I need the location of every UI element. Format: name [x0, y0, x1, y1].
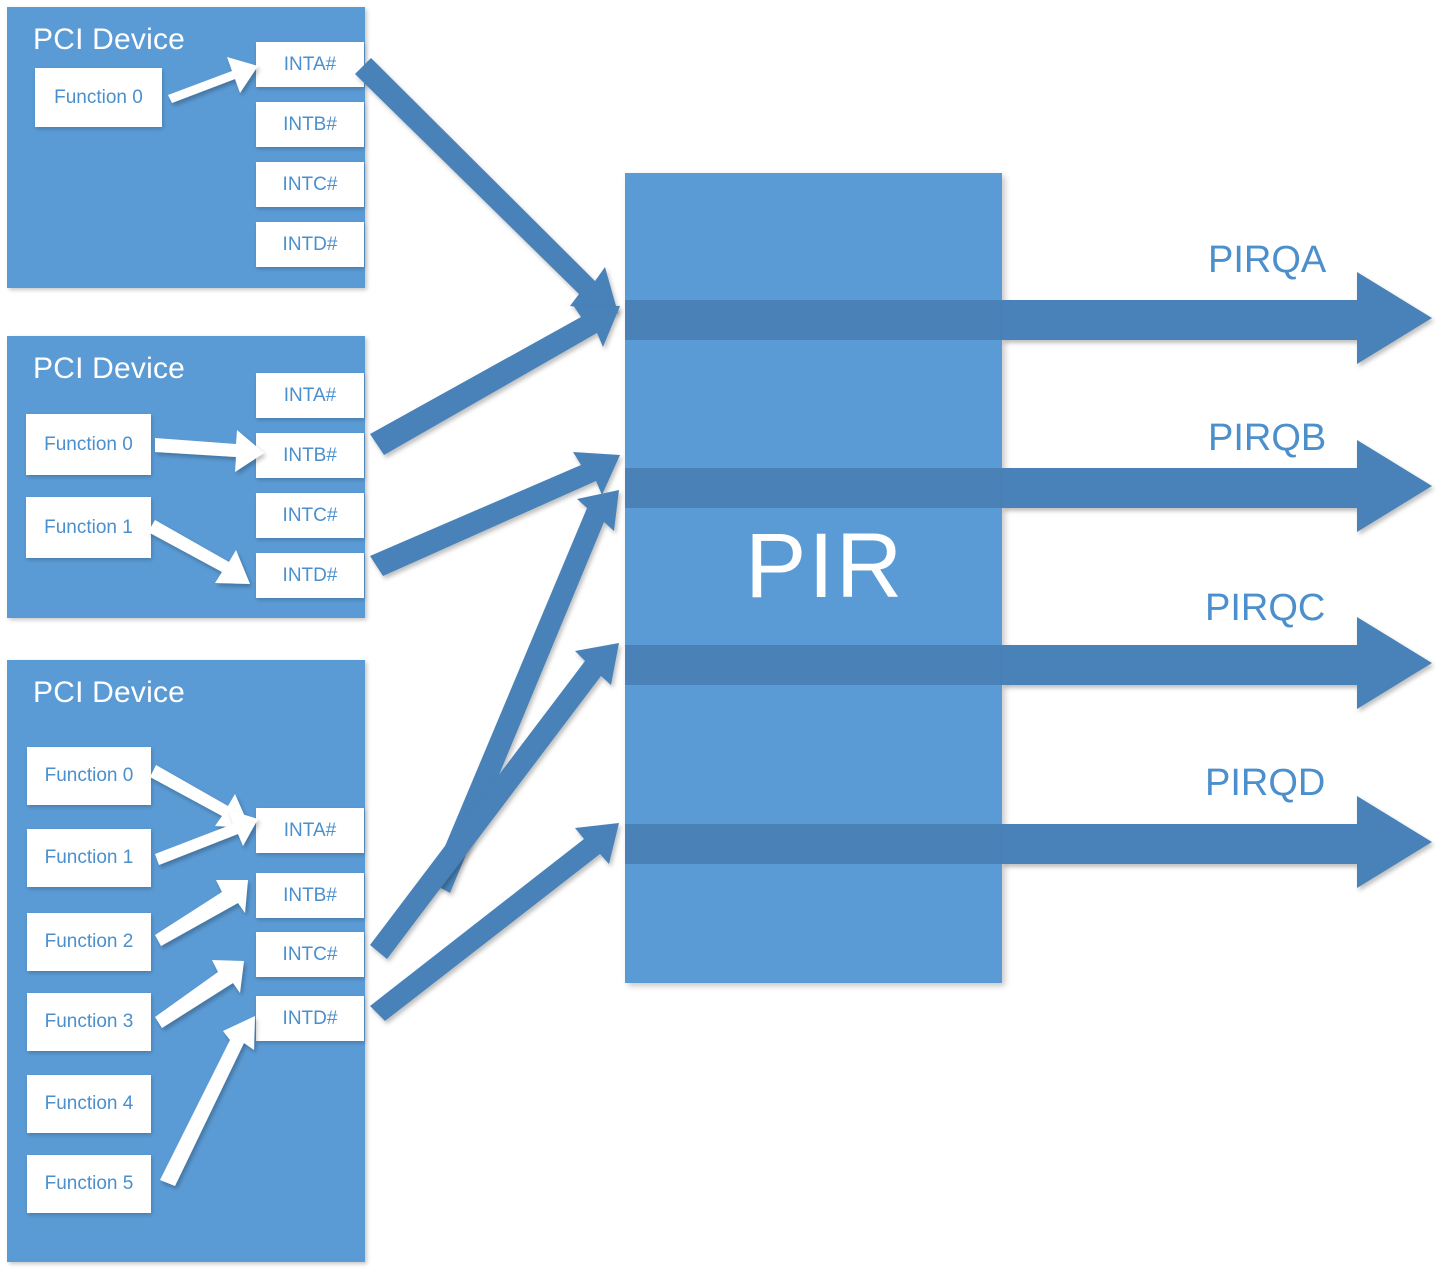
diagram-canvas: PCI Device Function 0 INTA# INTB# INTC# …	[0, 0, 1445, 1270]
function-box-0-0[interactable]: Function 0	[35, 68, 162, 127]
function-label: Function 4	[44, 1093, 134, 1114]
int-pin-label: INTC#	[282, 504, 338, 526]
function-box-2-4[interactable]: Function 4	[27, 1075, 151, 1133]
int-pin-label: INTA#	[283, 384, 337, 406]
function-label: Function 1	[44, 847, 134, 868]
function-label: Function 3	[44, 1011, 134, 1032]
int-pin-box-2-0[interactable]: INTA#	[256, 808, 364, 853]
int-pin-box-1-3[interactable]: INTD#	[256, 553, 364, 598]
pir-band-d	[625, 824, 1002, 864]
int-pin-label: INTB#	[283, 884, 337, 906]
output-arrow-icon	[1002, 617, 1432, 709]
function-label: Function 0	[44, 433, 133, 455]
int-pin-box-1-2[interactable]: INTC#	[256, 493, 364, 538]
output-arrow-icon	[1002, 272, 1432, 364]
int-pin-label: INTC#	[282, 173, 338, 195]
function-label: Function 1	[44, 516, 133, 538]
function-label: Function 0	[54, 86, 143, 108]
function-box-2-3[interactable]: Function 3	[27, 993, 151, 1051]
int-pin-box-2-2[interactable]: INTC#	[256, 932, 364, 977]
function-box-2-2[interactable]: Function 2	[27, 913, 151, 971]
pir-band-b	[625, 468, 1002, 508]
output-label-pirqa: PIRQA	[1208, 239, 1327, 281]
int-pin-label: INTA#	[283, 53, 337, 75]
pci-device-title-0: PCI Device	[33, 23, 186, 56]
int-pin-label: INTB#	[283, 444, 337, 466]
function-box-2-0[interactable]: Function 0	[27, 747, 151, 805]
pir-band-a	[625, 300, 1002, 340]
output-label-pirqc: PIRQC	[1205, 587, 1326, 629]
function-label: Function 5	[44, 1173, 134, 1194]
function-box-2-5[interactable]: Function 5	[27, 1155, 151, 1213]
int-pin-box-0-1[interactable]: INTB#	[256, 102, 364, 147]
int-pin-label: INTB#	[283, 113, 337, 135]
int-pin-label: INTD#	[282, 233, 338, 255]
blue-arrow-icon	[370, 305, 620, 455]
pci-device-title-2: PCI Device	[33, 676, 186, 709]
int-pin-box-2-1[interactable]: INTB#	[256, 873, 364, 918]
blue-arrow-icon	[370, 643, 619, 959]
output-arrow-icon	[1002, 796, 1432, 888]
int-pin-label: INTD#	[282, 564, 338, 586]
int-pin-label: INTD#	[282, 1007, 338, 1029]
int-pin-box-1-0[interactable]: INTA#	[256, 373, 364, 418]
blue-arrow-icon	[355, 58, 618, 313]
int-pin-box-2-3[interactable]: INTD#	[256, 996, 364, 1041]
pir-title: PIR	[745, 515, 905, 617]
function-label: Function 0	[44, 765, 134, 786]
blue-arrow-icon	[370, 823, 619, 1021]
pir-band-c	[625, 645, 1002, 685]
function-label: Function 2	[44, 931, 134, 952]
int-pin-box-0-0[interactable]: INTA#	[256, 42, 364, 87]
int-pin-box-1-1[interactable]: INTB#	[256, 433, 364, 478]
output-label-pirqd: PIRQD	[1205, 762, 1326, 804]
function-box-1-1[interactable]: Function 1	[26, 497, 151, 558]
int-pin-label: INTC#	[282, 943, 338, 965]
pci-device-title-1: PCI Device	[33, 352, 186, 385]
int-pin-box-0-3[interactable]: INTD#	[256, 222, 364, 267]
int-pin-label: INTA#	[283, 819, 337, 841]
function-box-1-0[interactable]: Function 0	[26, 414, 151, 475]
output-label-pirqb: PIRQB	[1208, 417, 1327, 459]
function-box-2-1[interactable]: Function 1	[27, 829, 151, 887]
blue-arrow-icon	[430, 490, 619, 893]
int-pin-box-0-2[interactable]: INTC#	[256, 162, 364, 207]
blue-arrow-icon	[370, 452, 620, 576]
